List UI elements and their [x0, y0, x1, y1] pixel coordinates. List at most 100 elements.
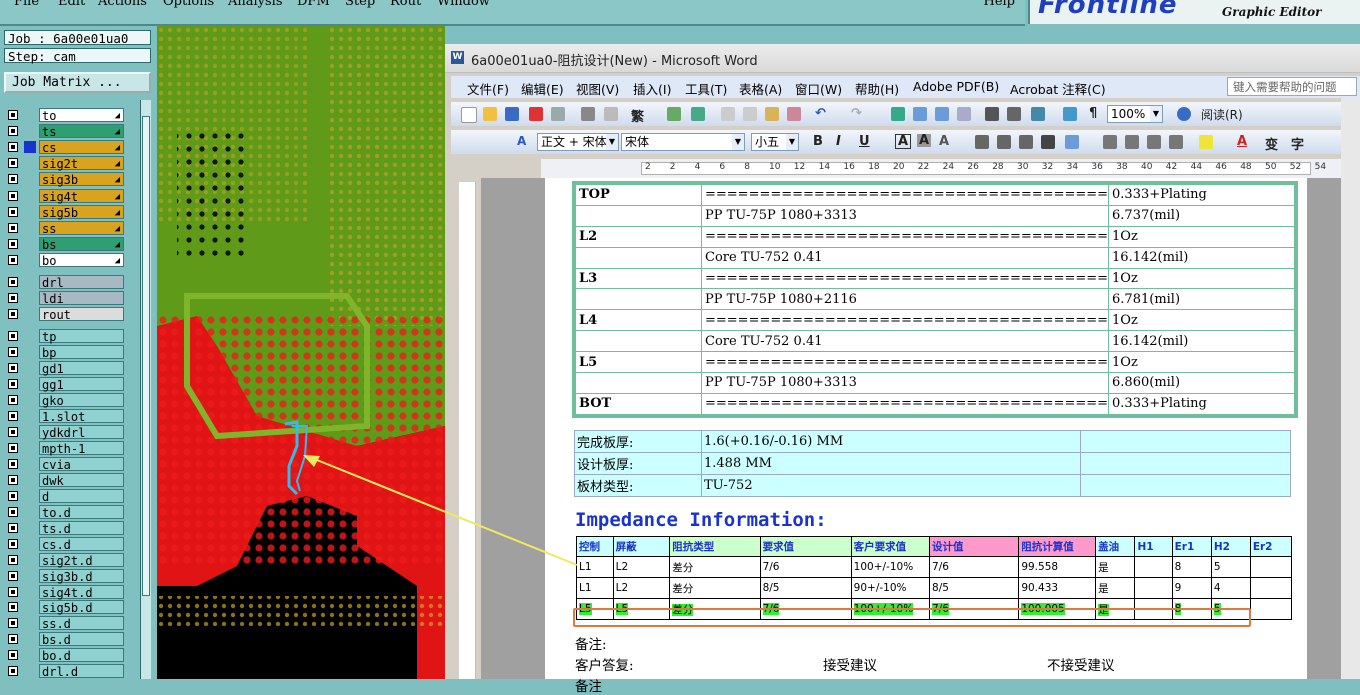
font-size-select[interactable]: 小五 ▼	[751, 133, 799, 151]
layer-row[interactable]: bo ◢	[6, 252, 124, 268]
word-menu-insert[interactable]: 插入(I)	[633, 79, 671, 98]
layer-list-scrollbar[interactable]	[140, 100, 151, 679]
scrollbar-thumb[interactable]	[142, 116, 150, 596]
layer-name[interactable]: dwk	[39, 472, 124, 488]
layer-checkbox[interactable]	[8, 538, 18, 549]
layer-checkbox[interactable]	[8, 490, 18, 501]
zoom-select[interactable]: 100% ▼	[1107, 105, 1163, 123]
layer-name[interactable]: sig2t ◢	[39, 156, 124, 171]
reject-suggestion[interactable]: 不接受建议	[1047, 654, 1115, 674]
layer-checkbox[interactable]	[8, 458, 18, 469]
layer-row[interactable]: sig4t.d	[6, 584, 124, 600]
bold-icon[interactable]: B	[813, 134, 823, 149]
layer-checkbox[interactable]	[8, 126, 18, 137]
layer-row[interactable]: sig2t ◢	[6, 156, 124, 171]
layer-name[interactable]: drl.d	[39, 664, 124, 679]
layer-name[interactable]: to.d	[39, 504, 124, 520]
layer-row[interactable]: sig5b.d	[6, 600, 124, 615]
layer-checkbox[interactable]	[8, 522, 18, 533]
drawing-icon[interactable]	[1007, 107, 1021, 121]
layer-checkbox[interactable]	[8, 277, 18, 287]
accept-suggestion[interactable]: 接受建议	[823, 654, 877, 674]
layer-checkbox[interactable]	[8, 650, 18, 661]
new-doc-icon[interactable]	[461, 107, 477, 123]
layer-name[interactable]: gko	[39, 393, 124, 408]
cad-menu-rout[interactable]: Rout	[390, 0, 421, 9]
layer-name[interactable]: ts ◢	[39, 124, 124, 139]
layer-checkbox[interactable]	[8, 570, 18, 581]
cad-menu-file[interactable]: File	[14, 0, 39, 9]
save-icon[interactable]	[505, 107, 519, 121]
layer-row[interactable]: gg1	[6, 377, 124, 392]
layer-name[interactable]: ydkdrl	[39, 425, 124, 440]
layer-name[interactable]: sig3b ◢	[39, 172, 124, 187]
layer-name[interactable]: tp	[39, 329, 124, 344]
cad-menu-analysis[interactable]: Analysis	[228, 0, 283, 9]
layer-row[interactable]: gd1	[6, 361, 124, 376]
layer-row[interactable]: sig2t.d	[6, 552, 124, 568]
layer-name[interactable]: gg1	[39, 377, 124, 392]
layer-row[interactable]: bs.d	[6, 632, 124, 647]
char-scaling-icon[interactable]: A	[939, 134, 949, 149]
cad-menu-edit[interactable]: Edit	[58, 0, 85, 9]
layer-checkbox[interactable]	[8, 158, 18, 169]
layer-checkbox[interactable]	[8, 379, 18, 390]
read-mode-button[interactable]: 阅读(R)	[1201, 106, 1243, 123]
hyperlink-icon[interactable]	[891, 107, 905, 121]
email-icon[interactable]	[551, 107, 565, 121]
layer-name[interactable]: drl	[39, 275, 124, 290]
cut-icon[interactable]	[721, 107, 735, 121]
redo-icon[interactable]: ↷	[851, 106, 862, 121]
decrease-indent-icon[interactable]	[1147, 135, 1161, 149]
layer-name[interactable]: sig5b ◢	[39, 204, 124, 220]
layer-row[interactable]: drl	[6, 275, 124, 290]
layer-checkbox[interactable]	[8, 174, 18, 185]
char-border-icon[interactable]: A	[895, 134, 912, 149]
layer-checkbox[interactable]	[8, 190, 18, 201]
enclose-char-icon[interactable]: 字	[1291, 134, 1304, 153]
cad-menu-options[interactable]: Options	[163, 0, 214, 9]
cad-menu-help[interactable]: Help	[983, 0, 1015, 9]
layer-checkbox[interactable]	[8, 254, 18, 265]
layer-row[interactable]: cs.d	[6, 536, 124, 552]
layer-name[interactable]: bp	[39, 345, 124, 360]
layer-checkbox[interactable]	[8, 474, 18, 485]
layer-row[interactable]: sig4t ◢	[6, 188, 124, 204]
word-menu-table[interactable]: 表格(A)	[739, 79, 782, 98]
layer-row[interactable]: bo.d	[6, 648, 124, 663]
print-icon[interactable]	[581, 107, 595, 121]
word-menu-tools[interactable]: 工具(T)	[685, 79, 727, 98]
traditional-chinese-icon[interactable]: 繁	[631, 106, 644, 125]
research-icon[interactable]	[667, 107, 681, 121]
layer-name[interactable]: ts.d	[39, 520, 124, 536]
layer-name[interactable]: bo ◢	[39, 252, 124, 268]
insert-table-icon[interactable]	[935, 107, 949, 121]
print-preview-icon[interactable]	[604, 107, 618, 121]
layer-checkbox[interactable]	[8, 363, 18, 374]
word-menu-help[interactable]: 帮助(H)	[855, 79, 899, 98]
layer-checkbox[interactable]	[8, 238, 18, 249]
layer-name[interactable]: ss ◢	[39, 220, 124, 236]
layer-name[interactable]: gd1	[39, 361, 124, 376]
layer-name[interactable]: d	[39, 488, 124, 504]
layer-row[interactable]: bs ◢	[6, 236, 124, 252]
layer-row[interactable]: drl.d	[6, 664, 124, 679]
word-menu-edit[interactable]: 编辑(E)	[521, 79, 564, 98]
layer-row[interactable]: 1.slot	[6, 409, 124, 424]
italic-icon[interactable]: I	[836, 134, 841, 149]
word-menu-adobe-pdf[interactable]: Adobe PDF(B)	[913, 79, 999, 94]
show-hide-icon[interactable]	[1063, 107, 1077, 121]
layer-name[interactable]: mpth-1	[39, 440, 124, 456]
layer-row[interactable]: to.d	[6, 504, 124, 520]
layer-checkbox[interactable]	[8, 206, 18, 217]
bullets-icon[interactable]	[1125, 135, 1139, 149]
cad-menu-actions[interactable]: Actions	[98, 0, 147, 9]
paragraph-mark-icon[interactable]: ¶	[1089, 106, 1097, 121]
font-select[interactable]: 宋体 ▼	[621, 133, 745, 151]
layer-name[interactable]: cvia	[39, 456, 124, 472]
layer-checkbox[interactable]	[8, 442, 18, 453]
word-titlebar[interactable]: W 6a00e01ua0-阻抗设计(New) - Microsoft Word	[445, 44, 1360, 73]
open-folder-icon[interactable]	[483, 107, 497, 121]
font-color-icon[interactable]: A	[1237, 134, 1247, 149]
line-spacing-icon[interactable]	[1065, 135, 1079, 149]
